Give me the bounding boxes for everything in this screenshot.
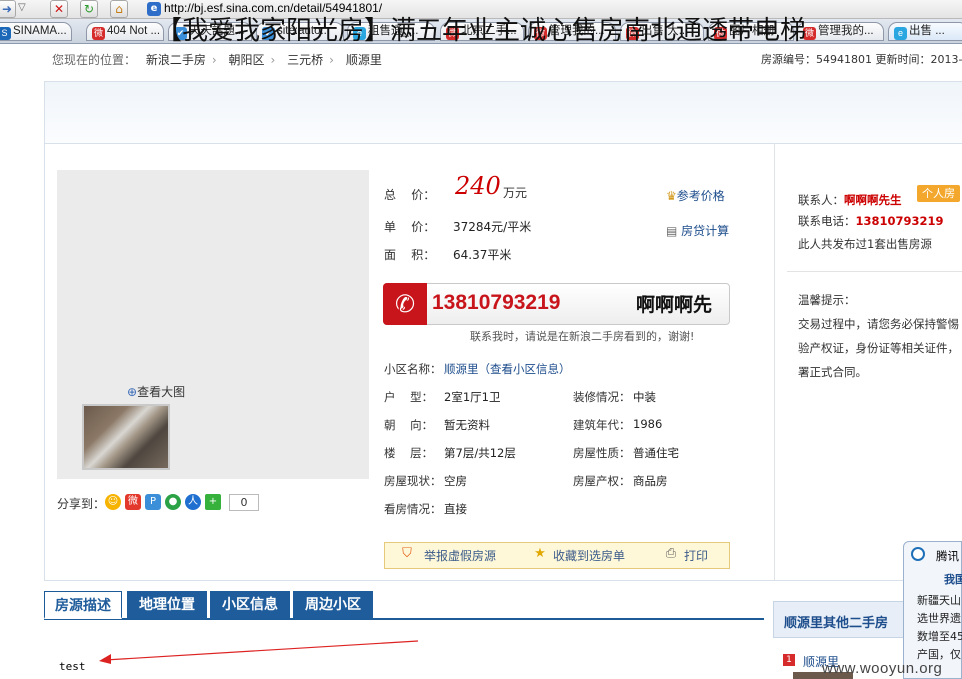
popup-headline: 我国	[944, 573, 962, 586]
agent-phone-row: 联系电话：13810793219	[798, 213, 944, 229]
detail-label: 房屋产权：	[573, 474, 631, 488]
phone-icon: ✆	[383, 283, 427, 325]
tips-line: 交易过程中，请您务必保持警惕	[798, 317, 959, 331]
page-title: 【我爱我家阳光房】满五年业主诚心售房南北通透带电梯	[155, 16, 806, 46]
renren-icon[interactable]: 人	[185, 494, 201, 510]
watermark: www.wooyun.org	[822, 660, 943, 677]
tips-title: 温馨提示：	[798, 293, 856, 307]
photo-thumbnail[interactable]	[82, 404, 170, 470]
detail-label: 楼 层：	[384, 446, 434, 460]
tips-line: 验产权证，身份证等相关证件，	[798, 341, 959, 355]
description-text: test	[59, 660, 86, 673]
contact-name: 啊啊啊先	[636, 294, 713, 316]
price-unit: 万元	[503, 186, 528, 200]
agent-name: 啊啊啊先生	[844, 193, 902, 207]
unit-price: 37284元/平米	[453, 220, 532, 234]
zoom-icon: ⊕	[127, 385, 138, 399]
tab-description[interactable]: 房源描述	[44, 591, 122, 619]
other-listings-title: 顺源里其他二手房	[784, 616, 889, 631]
area-value: 64.37平米	[453, 248, 512, 262]
agent-phone-label: 联系电话：	[798, 214, 856, 228]
detail-value: 第7层/共12层	[444, 446, 516, 460]
tencent-icon	[911, 547, 925, 561]
tips-line: 署正式合同。	[798, 365, 867, 379]
view-large-label: 查看大图	[137, 385, 186, 399]
ref-price-link[interactable]: ♛参考价格	[666, 187, 725, 204]
detail-label: 房屋性质：	[573, 446, 631, 460]
detail-label: 房屋现状：	[384, 474, 442, 488]
detail-label: 户 型：	[384, 390, 434, 404]
qzone-icon[interactable]: ☺	[105, 494, 121, 510]
tab-location[interactable]: 地理位置	[127, 591, 207, 619]
total-price-label: 总 价：	[384, 188, 436, 202]
wechat-icon[interactable]: ●	[165, 494, 181, 510]
title-box	[44, 81, 962, 144]
view-large-link[interactable]: ⊕查看大图	[127, 383, 185, 400]
community-name-link[interactable]: 顺源里	[444, 362, 479, 376]
divider	[774, 143, 775, 581]
share-count: 0	[229, 494, 259, 511]
detail-value: 商品房	[633, 474, 668, 488]
annotation-arrow	[99, 640, 419, 664]
popup-line: 数增至45	[917, 630, 962, 643]
favorite-button[interactable]: 收藏到选房单	[553, 547, 625, 564]
share-label: 分享到：	[57, 497, 106, 511]
phone-note: 联系我时，请说是在新浪二手房看到的，谢谢!	[470, 330, 695, 343]
tab-nearby[interactable]: 周边小区	[293, 591, 373, 619]
community-label: 小区名称：	[384, 362, 442, 376]
rank-badge: 1	[783, 654, 795, 666]
community-info-link[interactable]: （查看小区信息）	[479, 362, 571, 376]
loan-calc-label: 房贷计算	[681, 224, 730, 238]
detail-value: 1986	[633, 417, 663, 431]
popup-title: 腾讯	[936, 549, 959, 563]
ref-price-label: 参考价格	[676, 189, 725, 203]
more-share-icon[interactable]: +	[205, 494, 221, 510]
print-icon: ⎙	[665, 546, 677, 561]
detail-label: 装修情况：	[573, 390, 631, 404]
phone-number: 13810793219	[432, 291, 561, 314]
calculator-icon: ▤	[666, 224, 678, 238]
douban-icon[interactable]: P	[145, 494, 161, 510]
weibo-icon[interactable]: 微	[125, 494, 141, 510]
area-label: 面 积：	[384, 248, 436, 262]
print-button[interactable]: 打印	[684, 547, 708, 564]
report-button[interactable]: 举报虚假房源	[424, 547, 496, 564]
detail-label: 看房情况：	[384, 502, 442, 516]
agent-contact-label: 联系人：	[798, 193, 844, 207]
agent-badge: 个人房	[917, 185, 960, 202]
divider	[787, 271, 962, 272]
detail-value: 暂无资料	[444, 418, 490, 432]
agent-phone: 13810793219	[855, 214, 944, 228]
community-links: 顺源里（查看小区信息）	[444, 361, 571, 377]
detail-value: 空房	[444, 474, 467, 488]
agent-contact: 联系人：啊啊啊先生	[798, 192, 902, 208]
detail-value: 2室1厅1卫	[444, 390, 501, 404]
star-icon: ★	[534, 546, 546, 561]
detail-value: 直接	[444, 502, 467, 516]
detail-value: 中装	[633, 390, 656, 404]
popup-line: 新疆天山	[917, 594, 961, 607]
detail-label: 朝 向：	[384, 418, 434, 432]
unit-price-label: 单 价：	[384, 220, 436, 234]
detail-value: 普通住宅	[633, 446, 679, 460]
tab-community[interactable]: 小区信息	[210, 591, 290, 619]
loan-calc-link[interactable]: ▤ 房贷计算	[666, 222, 729, 239]
detail-label: 建筑年代：	[573, 418, 631, 432]
shield-icon: ⛉	[402, 546, 412, 561]
agent-listing-count: 此人共发布过1套出售房源	[798, 237, 932, 251]
coins-icon: ♛	[666, 189, 677, 203]
total-price: 240	[455, 172, 501, 200]
popup-line: 选世界遗	[917, 612, 961, 625]
browser-window: ➜ ▽ ✕ ↻ ⌂ e http://bj.esf.sina.com.cn/de…	[0, 0, 962, 679]
